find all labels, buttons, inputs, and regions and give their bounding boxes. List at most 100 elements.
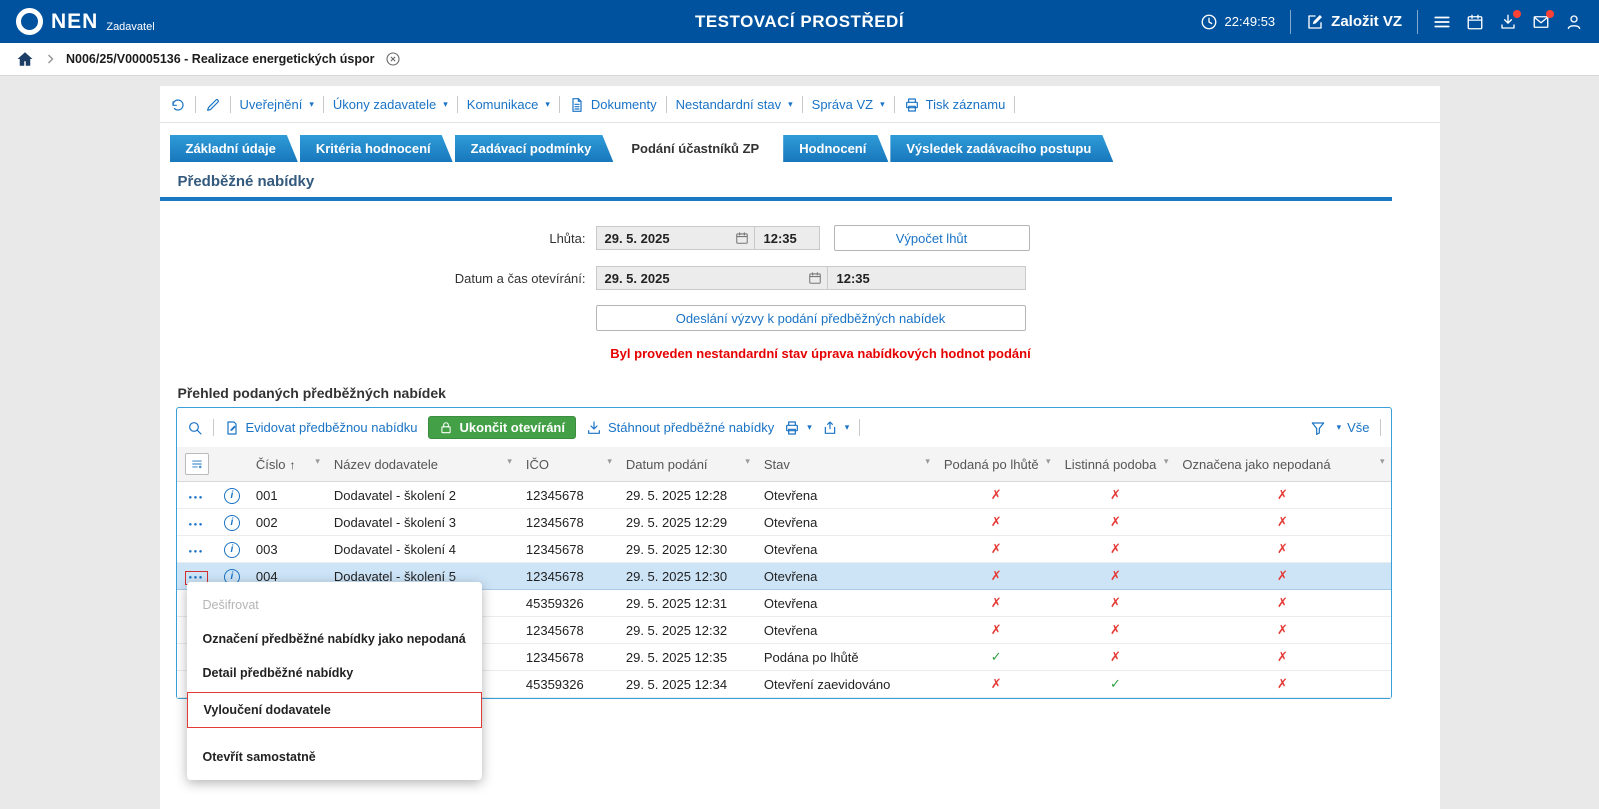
- close-record-icon[interactable]: [385, 51, 401, 67]
- opening-field[interactable]: 29. 5. 2025 12:35: [596, 266, 1026, 290]
- toolbar-item-uverejneni[interactable]: Uveřejnění▾: [240, 97, 314, 112]
- context-menu-item[interactable]: Vyloučení dodavatele: [187, 692, 482, 728]
- clock-time: 22:49:53: [1225, 14, 1276, 29]
- calendar-picker-icon[interactable]: [808, 271, 822, 285]
- filter-icon[interactable]: [1310, 420, 1326, 436]
- sort-icon[interactable]: ▾: [1046, 456, 1051, 467]
- calc-deadlines-button[interactable]: Výpočet lhůt: [834, 225, 1030, 251]
- record-offer-button[interactable]: Evidovat předběžnou nabídku: [224, 420, 418, 436]
- opening-time-value[interactable]: 12:35: [828, 271, 1025, 286]
- tab-zakladni-udaje[interactable]: Základní údaje: [170, 135, 298, 162]
- grid-print-button[interactable]: ▾: [784, 420, 812, 436]
- col-header-oznacena-jako-nepodana[interactable]: Označena jako nepodaná▾: [1174, 447, 1390, 482]
- cell-cislo: 001: [248, 482, 326, 509]
- downloads-icon[interactable]: [1499, 13, 1517, 31]
- info-icon[interactable]: i: [224, 488, 240, 504]
- dropdown-caret-icon: ▾: [309, 100, 314, 109]
- dropdown-caret-icon: ▾: [545, 100, 550, 109]
- tab-hodnoceni[interactable]: Hodnocení: [783, 135, 888, 162]
- user-icon[interactable]: [1565, 13, 1583, 31]
- toolbar-item-ukony-zadavatele[interactable]: Úkony zadavatele▾: [333, 97, 448, 112]
- tab-bar: Základní údaje Kritéria hodnocení Zadáva…: [170, 135, 1430, 162]
- nen-logo[interactable]: NEN Zadavatel: [16, 8, 155, 35]
- context-menu-item[interactable]: Detail předběžné nabídky: [187, 656, 482, 690]
- deadline-time-value[interactable]: 12:35: [755, 231, 819, 246]
- toolbar-item-nestandardni-stav[interactable]: Nestandardní stav▾: [676, 97, 793, 112]
- table-row[interactable]: ●●●i003Dodavatel - školení 41234567829. …: [177, 536, 1391, 563]
- info-icon[interactable]: i: [224, 515, 240, 531]
- printer-icon: [784, 420, 800, 436]
- sort-icon[interactable]: ▾: [1380, 456, 1385, 467]
- table-row[interactable]: ●●●i002Dodavatel - školení 31234567829. …: [177, 509, 1391, 536]
- opening-date-value[interactable]: 29. 5. 2025: [597, 271, 803, 286]
- cell-nazev: Dodavatel - školení 3: [326, 509, 518, 536]
- col-header-podana-po-lhute[interactable]: Podaná po lhůtě▾: [936, 447, 1057, 482]
- info-icon[interactable]: i: [224, 542, 240, 558]
- download-offers-button[interactable]: Stáhnout předběžné nabídky: [586, 420, 774, 436]
- cross-icon: ✗: [1057, 590, 1175, 617]
- cell-datum: 29. 5. 2025 12:28: [618, 482, 756, 509]
- row-menu-icon[interactable]: ●●●: [186, 546, 207, 558]
- environment-title: TESTOVACÍ PROSTŘEDÍ: [695, 12, 904, 32]
- cross-icon: ✗: [936, 590, 1057, 617]
- cell-cislo: 002: [248, 509, 326, 536]
- cross-icon: ✗: [936, 482, 1057, 509]
- search-icon[interactable]: [187, 420, 203, 436]
- create-vz-button[interactable]: Založit VZ: [1306, 13, 1402, 31]
- context-menu-item[interactable]: Označení předběžné nabídky jako nepodaná: [187, 622, 482, 656]
- calendar-picker-icon[interactable]: [735, 231, 749, 245]
- col-header-nazev-dodavatele[interactable]: Název dodavatele▾: [326, 447, 518, 482]
- sort-icon[interactable]: ▾: [925, 456, 930, 467]
- mail-icon[interactable]: [1532, 13, 1550, 31]
- deadline-date-value[interactable]: 29. 5. 2025: [597, 231, 730, 246]
- toolbar-item-tisk-zaznamu[interactable]: Tisk záznamu: [904, 97, 1006, 113]
- download-icon: [586, 420, 602, 436]
- cell-datum: 29. 5. 2025 12:31: [618, 590, 756, 617]
- cross-icon: ✗: [936, 509, 1057, 536]
- col-header-stav[interactable]: Stav▾: [756, 447, 936, 482]
- home-icon[interactable]: [16, 50, 34, 68]
- cell-stav: Otevřena: [756, 509, 936, 536]
- column-settings-icon[interactable]: [185, 453, 209, 475]
- tab-zadavaci-podminky[interactable]: Zadávací podmínky: [455, 135, 614, 162]
- sort-icon[interactable]: ▾: [507, 456, 512, 467]
- table-row[interactable]: ●●●i001Dodavatel - školení 21234567829. …: [177, 482, 1391, 509]
- sort-icon[interactable]: ▾: [1164, 456, 1169, 467]
- brand-name: NEN: [51, 11, 98, 32]
- col-header-cislo[interactable]: Číslo↑▾: [248, 447, 326, 482]
- row-menu-icon[interactable]: ●●●: [186, 492, 207, 504]
- sort-icon[interactable]: ▾: [745, 456, 750, 467]
- context-menu-item[interactable]: Otevřít samostatně: [187, 740, 482, 774]
- hamburger-menu-icon[interactable]: [1433, 13, 1451, 31]
- breadcrumb-item[interactable]: N006/25/V00005136 - Realizace energetick…: [66, 52, 375, 66]
- tab-vysledek-zadavaciho-postupu[interactable]: Výsledek zadávacího postupu: [890, 135, 1113, 162]
- clock: 22:49:53: [1200, 13, 1276, 31]
- col-header-listinna-podoba[interactable]: Listinná podoba▾: [1057, 447, 1175, 482]
- send-invitation-button[interactable]: Odeslání výzvy k podání předběžných nabí…: [596, 305, 1026, 331]
- dropdown-caret-icon: ▾: [443, 100, 448, 109]
- calendar-icon[interactable]: [1466, 13, 1484, 31]
- cell-ico: 12345678: [518, 563, 618, 590]
- header-divider: [1417, 10, 1418, 34]
- sort-asc-icon: ↑: [290, 458, 296, 472]
- grid-export-button[interactable]: ▾: [822, 420, 850, 436]
- filter-all-dropdown[interactable]: ▾Vše: [1336, 420, 1370, 435]
- cross-icon: ✗: [1174, 482, 1390, 509]
- sort-icon[interactable]: ▾: [607, 456, 612, 467]
- tab-podani-ucastniku-zp[interactable]: Podání účastníků ZP: [615, 135, 781, 162]
- history-refresh-icon[interactable]: [170, 97, 186, 113]
- col-header-datum-podani[interactable]: Datum podání▾: [618, 447, 756, 482]
- toolbar-item-komunikace[interactable]: Komunikace▾: [467, 97, 550, 112]
- export-icon: [822, 420, 838, 436]
- sort-icon[interactable]: ▾: [315, 456, 320, 467]
- col-header-ico[interactable]: IČO▾: [518, 447, 618, 482]
- tab-kriteria-hodnoceni[interactable]: Kritéria hodnocení: [300, 135, 453, 162]
- row-menu-icon[interactable]: ●●●: [186, 519, 207, 531]
- toolbar-item-dokumenty[interactable]: Dokumenty: [569, 97, 657, 113]
- finish-opening-button[interactable]: Ukončit otevírání: [428, 416, 576, 439]
- toolbar-item-sprava-vz[interactable]: Správa VZ▾: [812, 97, 885, 112]
- record-toolbar: Uveřejnění▾ Úkony zadavatele▾ Komunikace…: [160, 86, 1440, 123]
- edit-pencil-icon[interactable]: [205, 97, 221, 113]
- cross-icon: ✗: [1174, 590, 1390, 617]
- deadline-field[interactable]: 29. 5. 2025 12:35: [596, 226, 820, 250]
